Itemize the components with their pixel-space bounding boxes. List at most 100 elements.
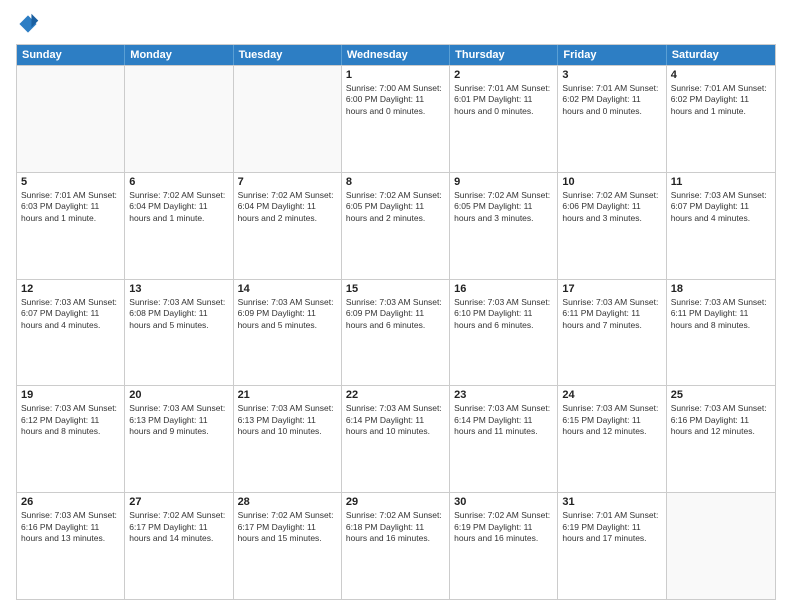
empty-cell	[125, 66, 233, 172]
day-cell-31: 31 Sunrise: 7:01 AM Sunset: 6:19 PM Dayli…	[558, 493, 666, 599]
day-number: 5	[21, 176, 120, 188]
logo-icon	[16, 12, 40, 36]
day-cell-19: 19 Sunrise: 7:03 AM Sunset: 6:12 PM Dayli…	[17, 386, 125, 492]
day-cell-7: 7 Sunrise: 7:02 AM Sunset: 6:04 PM Daylig…	[234, 173, 342, 279]
day-cell-14: 14 Sunrise: 7:03 AM Sunset: 6:09 PM Dayli…	[234, 280, 342, 386]
day-info: Sunrise: 7:02 AM Sunset: 6:04 PM Dayligh…	[238, 190, 337, 224]
day-info: Sunrise: 7:03 AM Sunset: 6:07 PM Dayligh…	[21, 297, 120, 331]
day-number: 29	[346, 496, 445, 508]
day-info: Sunrise: 7:02 AM Sunset: 6:06 PM Dayligh…	[562, 190, 661, 224]
day-number: 28	[238, 496, 337, 508]
day-info: Sunrise: 7:02 AM Sunset: 6:04 PM Dayligh…	[129, 190, 228, 224]
weekday-header-wednesday: Wednesday	[342, 45, 450, 65]
day-info: Sunrise: 7:02 AM Sunset: 6:05 PM Dayligh…	[346, 190, 445, 224]
day-number: 22	[346, 389, 445, 401]
day-cell-3: 3 Sunrise: 7:01 AM Sunset: 6:02 PM Daylig…	[558, 66, 666, 172]
day-number: 3	[562, 69, 661, 81]
empty-cell	[17, 66, 125, 172]
day-number: 6	[129, 176, 228, 188]
day-cell-28: 28Sunrise: 7:02 AM Sunset: 6:17 PM Dayli…	[234, 493, 342, 599]
day-number: 27	[129, 496, 228, 508]
day-cell-10: 10 Sunrise: 7:02 AM Sunset: 6:06 PM Dayli…	[558, 173, 666, 279]
day-number: 7	[238, 176, 337, 188]
day-info: Sunrise: 7:03 AM Sunset: 6:09 PM Dayligh…	[238, 297, 337, 331]
day-info: Sunrise: 7:01 AM Sunset: 6:03 PM Dayligh…	[21, 190, 120, 224]
day-info: Sunrise: 7:03 AM Sunset: 6:13 PM Dayligh…	[238, 403, 337, 437]
page-header	[16, 12, 776, 36]
calendar-week-5: 26 Sunrise: 7:03 AM Sunset: 6:16 PM Dayli…	[17, 492, 775, 599]
calendar-header-row: SundayMondayTuesdayWednesdayThursdayFrid…	[17, 45, 775, 65]
weekday-header-monday: Monday	[125, 45, 233, 65]
calendar: SundayMondayTuesdayWednesdayThursdayFrid…	[16, 44, 776, 600]
day-number: 10	[562, 176, 661, 188]
day-cell-18: 18 Sunrise: 7:03 AM Sunset: 6:11 PM Dayli…	[667, 280, 775, 386]
day-info: Sunrise: 7:01 AM Sunset: 6:02 PM Dayligh…	[562, 83, 661, 117]
empty-cell	[667, 493, 775, 599]
day-cell-26: 26 Sunrise: 7:03 AM Sunset: 6:16 PM Dayli…	[17, 493, 125, 599]
weekday-header-saturday: Saturday	[667, 45, 775, 65]
calendar-week-1: 1 Sunrise: 7:00 AM Sunset: 6:00 PM Daylig…	[17, 65, 775, 172]
day-number: 19	[21, 389, 120, 401]
logo	[16, 12, 44, 36]
day-cell-30: 30 Sunrise: 7:02 AM Sunset: 6:19 PM Dayli…	[450, 493, 558, 599]
day-info: Sunrise: 7:01 AM Sunset: 6:19 PM Dayligh…	[562, 510, 661, 544]
weekday-header-tuesday: Tuesday	[234, 45, 342, 65]
day-info: Sunrise: 7:03 AM Sunset: 6:10 PM Dayligh…	[454, 297, 553, 331]
day-info: Sunrise: 7:02 AM Sunset: 6:18 PM Dayligh…	[346, 510, 445, 544]
day-info: Sunrise: 7:01 AM Sunset: 6:02 PM Dayligh…	[671, 83, 771, 117]
day-cell-22: 22 Sunrise: 7:03 AM Sunset: 6:14 PM Dayli…	[342, 386, 450, 492]
day-info: Sunrise: 7:00 AM Sunset: 6:00 PM Dayligh…	[346, 83, 445, 117]
day-number: 4	[671, 69, 771, 81]
day-number: 12	[21, 283, 120, 295]
day-cell-29: 29 Sunrise: 7:02 AM Sunset: 6:18 PM Dayli…	[342, 493, 450, 599]
empty-cell	[234, 66, 342, 172]
calendar-week-4: 19 Sunrise: 7:03 AM Sunset: 6:12 PM Dayli…	[17, 385, 775, 492]
day-number: 15	[346, 283, 445, 295]
day-cell-8: 8 Sunrise: 7:02 AM Sunset: 6:05 PM Daylig…	[342, 173, 450, 279]
calendar-week-2: 5 Sunrise: 7:01 AM Sunset: 6:03 PM Daylig…	[17, 172, 775, 279]
day-number: 20	[129, 389, 228, 401]
day-cell-2: 2 Sunrise: 7:01 AM Sunset: 6:01 PM Daylig…	[450, 66, 558, 172]
day-number: 14	[238, 283, 337, 295]
day-cell-27: 27 Sunrise: 7:02 AM Sunset: 6:17 PM Dayli…	[125, 493, 233, 599]
day-cell-1: 1 Sunrise: 7:00 AM Sunset: 6:00 PM Daylig…	[342, 66, 450, 172]
day-number: 8	[346, 176, 445, 188]
day-cell-12: 12 Sunrise: 7:03 AM Sunset: 6:07 PM Dayli…	[17, 280, 125, 386]
weekday-header-thursday: Thursday	[450, 45, 558, 65]
day-number: 13	[129, 283, 228, 295]
day-number: 1	[346, 69, 445, 81]
day-info: Sunrise: 7:01 AM Sunset: 6:01 PM Dayligh…	[454, 83, 553, 117]
day-info: Sunrise: 7:03 AM Sunset: 6:11 PM Dayligh…	[671, 297, 771, 331]
day-cell-24: 24Sunrise: 7:03 AM Sunset: 6:15 PM Dayli…	[558, 386, 666, 492]
day-number: 9	[454, 176, 553, 188]
day-number: 18	[671, 283, 771, 295]
day-cell-25: 25Sunrise: 7:03 AM Sunset: 6:16 PM Dayli…	[667, 386, 775, 492]
day-number: 31	[562, 496, 661, 508]
weekday-header-friday: Friday	[558, 45, 666, 65]
day-number: 16	[454, 283, 553, 295]
day-cell-11: 11 Sunrise: 7:03 AM Sunset: 6:07 PM Dayli…	[667, 173, 775, 279]
calendar-body: 1 Sunrise: 7:00 AM Sunset: 6:00 PM Daylig…	[17, 65, 775, 599]
day-info: Sunrise: 7:02 AM Sunset: 6:19 PM Dayligh…	[454, 510, 553, 544]
day-number: 21	[238, 389, 337, 401]
day-number: 11	[671, 176, 771, 188]
day-cell-9: 9Sunrise: 7:02 AM Sunset: 6:05 PM Daylig…	[450, 173, 558, 279]
day-number: 23	[454, 389, 553, 401]
day-info: Sunrise: 7:03 AM Sunset: 6:14 PM Dayligh…	[346, 403, 445, 437]
day-number: 26	[21, 496, 120, 508]
day-cell-15: 15Sunrise: 7:03 AM Sunset: 6:09 PM Dayli…	[342, 280, 450, 386]
day-info: Sunrise: 7:03 AM Sunset: 6:12 PM Dayligh…	[21, 403, 120, 437]
day-cell-16: 16 Sunrise: 7:03 AM Sunset: 6:10 PM Dayli…	[450, 280, 558, 386]
day-info: Sunrise: 7:03 AM Sunset: 6:15 PM Dayligh…	[562, 403, 661, 437]
day-info: Sunrise: 7:02 AM Sunset: 6:17 PM Dayligh…	[129, 510, 228, 544]
day-cell-6: 6 Sunrise: 7:02 AM Sunset: 6:04 PM Daylig…	[125, 173, 233, 279]
day-number: 2	[454, 69, 553, 81]
day-cell-4: 4 Sunrise: 7:01 AM Sunset: 6:02 PM Daylig…	[667, 66, 775, 172]
day-cell-13: 13 Sunrise: 7:03 AM Sunset: 6:08 PM Dayli…	[125, 280, 233, 386]
day-info: Sunrise: 7:03 AM Sunset: 6:08 PM Dayligh…	[129, 297, 228, 331]
day-info: Sunrise: 7:03 AM Sunset: 6:14 PM Dayligh…	[454, 403, 553, 437]
day-number: 30	[454, 496, 553, 508]
day-cell-20: 20Sunrise: 7:03 AM Sunset: 6:13 PM Dayli…	[125, 386, 233, 492]
day-info: Sunrise: 7:03 AM Sunset: 6:07 PM Dayligh…	[671, 190, 771, 224]
day-info: Sunrise: 7:03 AM Sunset: 6:16 PM Dayligh…	[21, 510, 120, 544]
